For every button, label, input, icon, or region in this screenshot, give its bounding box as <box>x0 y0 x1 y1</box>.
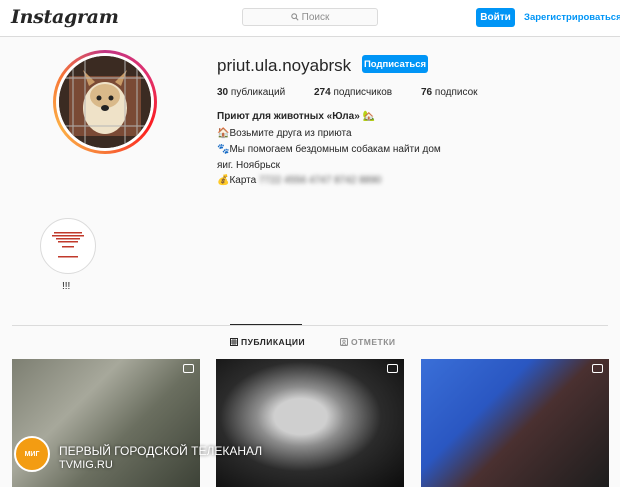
highlight-thumbnail <box>44 222 92 270</box>
story-highlight[interactable] <box>40 218 96 274</box>
tabs-divider <box>12 325 608 326</box>
highlight-text-icon <box>52 232 84 258</box>
profile-username: priut.ula.noyabrsk <box>217 56 352 75</box>
post-thumbnail-3[interactable] <box>421 359 609 487</box>
multiple-photos-icon <box>592 364 603 373</box>
tv-watermark-title: ПЕРВЫЙ ГОРОДСКОЙ ТЕЛЕКАНАЛ <box>59 444 263 458</box>
video-icon <box>183 364 194 373</box>
bio-card-number-blurred: 7722 4556 4747 8742 8890 <box>259 175 382 186</box>
tv-watermark-url: TVMIG.RU <box>59 459 113 471</box>
login-button[interactable]: Войти <box>476 8 515 27</box>
search-placeholder: Поиск <box>301 11 330 23</box>
profile-full-name: Приют для животных «Юла» 🏡 <box>217 111 375 122</box>
signup-link[interactable]: Зарегистрироваться <box>524 12 620 23</box>
top-navigation-bar: Instagram Поиск Войти Зарегистрироваться <box>0 0 620 37</box>
tab-posts[interactable]: ПУБЛИКАЦИИ <box>230 337 305 347</box>
search-input[interactable]: Поиск <box>242 8 378 26</box>
search-icon <box>290 13 299 21</box>
bio-line-card: 💰Карта 7722 4556 4747 8742 8890 <box>217 175 382 186</box>
tab-tagged[interactable]: ОТМЕТКИ <box>340 337 396 347</box>
follow-button[interactable]: Подписаться <box>362 55 428 73</box>
dog-photo-icon <box>59 56 151 148</box>
tag-user-icon <box>340 338 348 346</box>
tv-channel-logo: МИГ <box>14 436 50 472</box>
instagram-logo[interactable]: Instagram <box>11 6 119 28</box>
multiple-photos-icon <box>387 364 398 373</box>
post-thumbnail-2[interactable] <box>216 359 404 487</box>
bio-line-help: 🐾Мы помогаем бездомным собакам найти дом <box>217 144 441 155</box>
active-tab-indicator <box>230 324 302 325</box>
grid-icon <box>230 338 238 346</box>
profile-avatar[interactable] <box>53 50 157 154</box>
following-count-stat[interactable]: 76 подписок <box>421 87 478 98</box>
followers-count-stat[interactable]: 274 подписчиков <box>314 87 392 98</box>
avatar-photo <box>59 56 151 148</box>
bio-line-adopt: 🏠Возьмите друга из приюта <box>217 128 352 139</box>
highlight-label: !!! <box>62 281 71 292</box>
posts-count-stat: 30 публикаций <box>217 87 286 98</box>
bio-line-city: яиг. Ноябрьск <box>217 160 281 171</box>
